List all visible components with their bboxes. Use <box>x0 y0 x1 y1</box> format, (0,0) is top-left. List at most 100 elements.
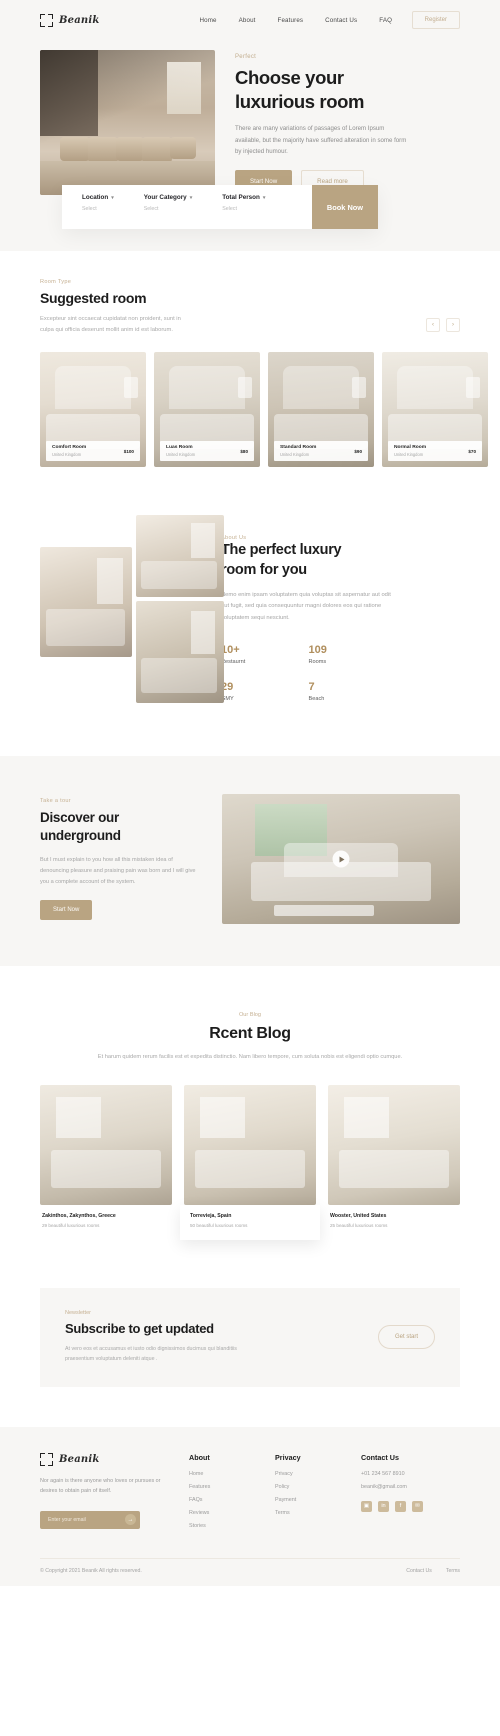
footer-heading: Contact Us <box>361 1452 399 1462</box>
footer-link-policy[interactable]: Policy <box>275 1484 337 1490</box>
footer-link-terms[interactable]: Terms <box>275 1510 337 1516</box>
footer-logo[interactable]: Beanik <box>40 1452 165 1466</box>
newsletter-wrapper: Newsletter Subscribe to get updated At v… <box>0 1240 500 1427</box>
hero-title: Choose your luxurious room <box>235 66 410 113</box>
stat-number: 29 <box>221 681 234 694</box>
footer-link-stories[interactable]: Stories <box>189 1523 251 1529</box>
nav-item-home[interactable]: Home <box>200 17 217 24</box>
blog-image <box>40 1085 172 1206</box>
footer-link-faqs[interactable]: FAQs <box>189 1497 251 1503</box>
twitter-icon[interactable]: ✉ <box>412 1500 423 1512</box>
register-button[interactable]: Register <box>411 11 460 29</box>
room-image: Comfort Room United Kingdom $100 <box>40 352 146 467</box>
footer-heading: Privacy <box>275 1452 301 1462</box>
footer-heading: About <box>189 1452 210 1462</box>
nav-item-contact-us[interactable]: Contact Us <box>325 17 357 24</box>
discover-video-thumbnail[interactable] <box>222 794 460 924</box>
instagram-icon[interactable]: ▣ <box>361 1500 372 1512</box>
room-card[interactable]: Standard Room United Kingdom $90 <box>268 352 374 467</box>
stat-gmy: 29 GMY <box>221 681 309 702</box>
chevron-down-icon: ▾ <box>262 194 266 201</box>
hero-section: Perfect Choose your luxurious room There… <box>0 40 500 251</box>
footer-link-home[interactable]: Home <box>189 1471 251 1477</box>
location-label: Location <box>82 194 109 201</box>
stat-number: 7 <box>308 681 315 694</box>
room-location: United Kingdom <box>166 452 196 457</box>
book-now-button[interactable]: Book Now <box>312 185 378 229</box>
room-caption: Luas Room United Kingdom $80 <box>160 441 254 461</box>
blog-section: Our Blog Rcent Blog Et harum quidem reru… <box>0 966 500 1241</box>
footer-column-contact: Contact Us +01 234 567 8910 beanik@gmail… <box>361 1453 423 1536</box>
room-card[interactable]: Normal Room United Kingdom $70 <box>382 352 488 467</box>
stat-beach: 7 Beach <box>309 681 397 702</box>
footer-bottom-bar: © Copyright 2021 Beanik All rights reser… <box>40 1557 460 1586</box>
logo[interactable]: Beanik <box>40 13 100 27</box>
hero-title-line-1: Choose your <box>235 67 344 88</box>
room-card[interactable]: Comfort Room United Kingdom $100 <box>40 352 146 467</box>
frame-brackets-icon <box>40 13 53 27</box>
footer-about-text: Nor again is there anyone who loves or p… <box>40 1477 161 1495</box>
nav-item-features[interactable]: Features <box>278 17 304 24</box>
blog-card[interactable]: Zakinthos, Zakynthos, Greece 29 beautifu… <box>40 1085 172 1240</box>
hero-room-image <box>40 50 215 195</box>
room-card-list: Comfort Room United Kingdom $100 Luas Ro… <box>40 352 488 467</box>
discover-title: Discover our underground <box>40 809 200 845</box>
room-image: Standard Room United Kingdom $90 <box>268 352 374 467</box>
room-price: $80 <box>240 448 248 454</box>
stat-label: GMY <box>221 696 234 703</box>
nav-links: Home About Features Contact Us FAQ <box>200 17 393 24</box>
chevron-down-icon: ▾ <box>189 194 193 201</box>
suggested-description: Excepteur sint occaecat cupidatat non pr… <box>40 316 181 333</box>
footer-bottom-contact-us[interactable]: Contact Us <box>406 1568 432 1574</box>
email-input[interactable] <box>48 1516 125 1523</box>
blog-card[interactable]: Torrevieja, Spain 50 beautiful luxurious… <box>180 1085 320 1241</box>
about-image-3 <box>136 601 224 703</box>
nav-item-faq[interactable]: FAQ <box>379 17 392 24</box>
blog-card[interactable]: Wooster, United States 25 beautiful luxu… <box>328 1085 460 1240</box>
about-title-line-1: The perfect luxury <box>221 542 342 558</box>
play-button-icon[interactable] <box>332 850 350 868</box>
category-label: Your Category <box>143 194 187 201</box>
facebook-icon[interactable]: f <box>395 1500 406 1512</box>
discover-start-now-button[interactable]: Start Now <box>40 900 93 921</box>
stat-rooms: 109 Rooms <box>309 644 397 665</box>
footer-link-reviews[interactable]: Reviews <box>189 1510 251 1516</box>
social-links: ▣ in f ✉ <box>361 1500 423 1512</box>
total-person-value: Select <box>222 206 237 212</box>
stat-restaurant: 10+ Restaurnt <box>221 644 309 665</box>
blog-card-list: Zakinthos, Zakynthos, Greece 29 beautifu… <box>40 1085 460 1241</box>
booking-field-total-person[interactable]: Total Person ▾ Select <box>222 194 265 229</box>
about-stats: 10+ Restaurnt 109 Rooms 29 GMY 7 Beach <box>221 644 396 702</box>
get-start-button[interactable]: Get start <box>377 1325 435 1350</box>
total-person-label: Total Person <box>222 194 260 201</box>
contact-phone[interactable]: +01 234 567 8910 <box>361 1471 423 1477</box>
category-value: Select <box>143 206 159 212</box>
about-image-2 <box>136 515 224 597</box>
about-image-1 <box>40 547 132 657</box>
blog-image <box>184 1085 316 1206</box>
room-image: Luas Room United Kingdom $80 <box>154 352 260 467</box>
footer-bottom-terms[interactable]: Terms <box>446 1568 460 1574</box>
discover-eyebrow: Take a tour <box>40 797 71 804</box>
blog-post-title: Zakinthos, Zakynthos, Greece <box>42 1213 116 1220</box>
contact-email[interactable]: beanik@gmail.com <box>361 1484 423 1490</box>
location-value: Select <box>82 206 97 212</box>
room-card[interactable]: Luas Room United Kingdom $80 <box>154 352 260 467</box>
footer-column-privacy: Privacy Privacy Policy Payment Terms <box>275 1453 337 1536</box>
hero-title-line-2: luxurious room <box>235 90 365 112</box>
footer-link-privacy[interactable]: Privacy <box>275 1471 337 1477</box>
submit-arrow-icon[interactable]: → <box>125 1514 136 1526</box>
stat-label: Beach <box>308 696 325 703</box>
nav-item-about[interactable]: About <box>239 17 256 24</box>
carousel-next-icon[interactable]: › <box>446 318 460 332</box>
carousel-prev-icon[interactable]: ‹ <box>426 318 440 332</box>
blog-post-subtitle: 25 beautiful luxurious rooms <box>330 1223 388 1229</box>
footer-link-features[interactable]: Features <box>189 1484 251 1490</box>
linkedin-icon[interactable]: in <box>378 1500 389 1512</box>
footer-link-payment[interactable]: Payment <box>275 1497 337 1503</box>
carousel-controls: ‹ › <box>426 318 460 336</box>
booking-field-location[interactable]: Location ▾ Select <box>82 194 114 229</box>
discover-description: But I must explain to you how all this m… <box>40 856 196 885</box>
booking-field-category[interactable]: Your Category ▾ Select <box>144 194 192 229</box>
discover-title-line-1: Discover our <box>40 809 119 825</box>
